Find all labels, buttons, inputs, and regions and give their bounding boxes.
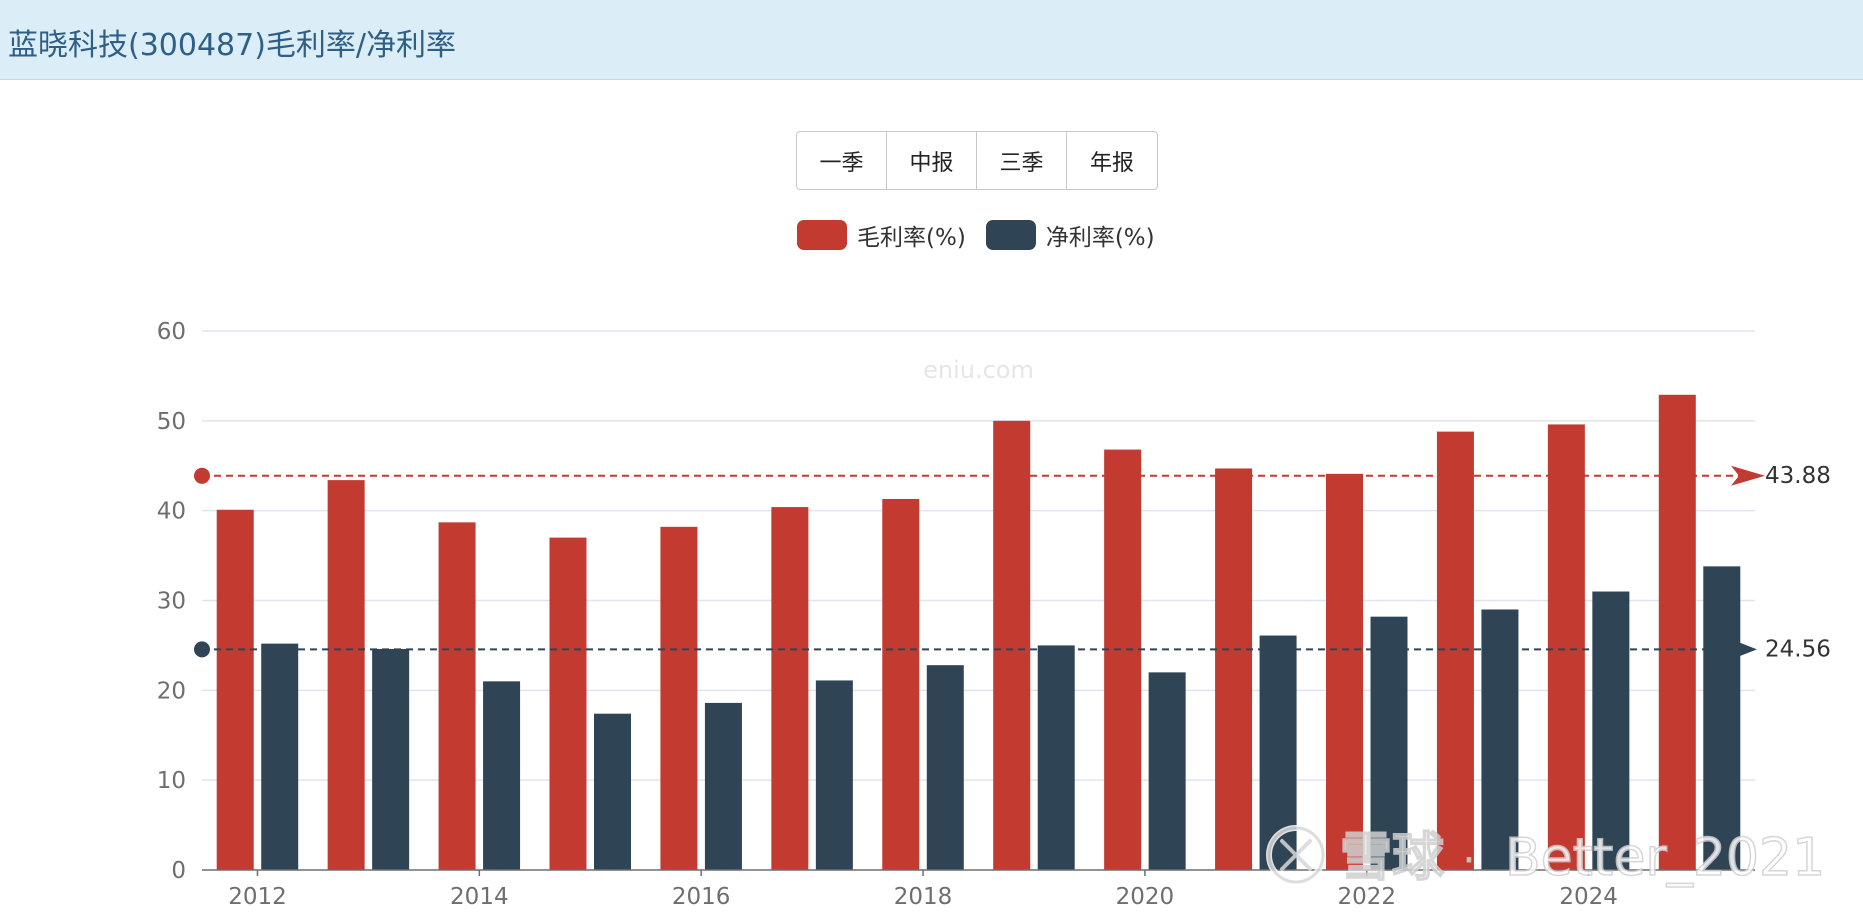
bar-net-margin <box>594 713 631 870</box>
bar-gross-margin <box>1436 431 1474 870</box>
margin-bar-chart: eniu.com 0 10 20 30 40 50 60 2012 2014 2016 2018 202… <box>157 319 1831 910</box>
bar-net-margin <box>1703 566 1741 870</box>
bar-net-margin <box>704 702 742 870</box>
x-tick-label: 2018 <box>894 884 953 910</box>
mark-line-arrow <box>1739 642 1757 657</box>
bar-gross-margin <box>1104 449 1142 870</box>
bar-gross-margin <box>1326 473 1363 870</box>
bar-gross-margin <box>660 526 698 870</box>
source-watermark: 雪球 · Better_2021 <box>1266 825 1826 889</box>
mark-line-start-dot <box>194 467 210 484</box>
y-tick-label: 0 <box>171 858 186 884</box>
source-logo-text: 雪球 <box>1340 828 1445 888</box>
bar-gross-margin <box>993 420 1031 870</box>
mark-line-start-dot <box>194 641 210 658</box>
y-tick-label: 10 <box>157 768 186 794</box>
x-tick-label: 2016 <box>672 884 731 910</box>
chart-watermark: eniu.com <box>923 356 1034 384</box>
source-separator: · <box>1462 835 1476 886</box>
bar-gross-margin <box>1658 394 1696 870</box>
bar-gross-margin <box>216 509 254 870</box>
y-tick-label: 20 <box>157 678 186 704</box>
mark-line-label: 43.88 <box>1765 463 1831 489</box>
bar-gross-margin <box>549 537 587 870</box>
x-tick-label: 2020 <box>1116 884 1175 910</box>
bar-gross-margin <box>771 507 809 870</box>
source-user-text: Better_2021 <box>1505 828 1825 888</box>
bar-net-margin <box>815 680 853 870</box>
mark-line-arrow <box>1731 465 1765 486</box>
bar-gross-margin <box>327 480 365 870</box>
x-tick-label: 2012 <box>228 884 287 910</box>
bar-net-margin <box>483 681 521 870</box>
y-tick-label: 60 <box>157 319 186 345</box>
y-tick-label: 40 <box>157 499 186 525</box>
bar-gross-margin <box>438 522 476 870</box>
x-tick-label: 2014 <box>450 884 509 910</box>
bar-net-margin <box>372 649 410 870</box>
bar-net-margin <box>261 643 299 870</box>
bar-gross-margin <box>1215 468 1253 870</box>
bar-gross-margin <box>882 498 920 870</box>
bar-gross-margin <box>1547 424 1585 870</box>
y-tick-label: 30 <box>157 589 186 615</box>
bar-net-margin <box>1148 672 1186 870</box>
y-tick-label: 50 <box>157 409 186 435</box>
bar-net-margin <box>926 665 964 870</box>
mark-line-label: 24.56 <box>1765 636 1831 662</box>
bar-net-margin <box>1037 645 1075 870</box>
